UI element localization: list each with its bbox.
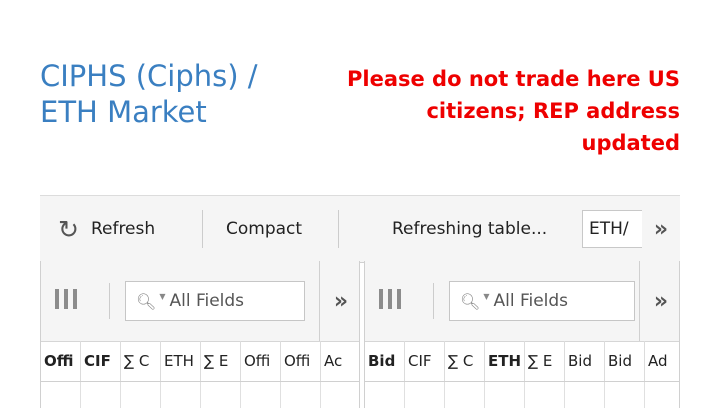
table-cell <box>605 382 645 408</box>
toolbar-divider <box>202 210 203 248</box>
chevron-double-right-icon: » <box>653 216 669 242</box>
table-row[interactable] <box>41 382 359 408</box>
page-title-line-1: CIPHS (Ciphs) / <box>40 59 258 93</box>
offers-overflow-button[interactable]: » <box>319 261 362 341</box>
offers-search-input[interactable]: 🔍︎ ▼ All Fields <box>125 281 305 321</box>
chevron-down-icon: ▼ <box>483 291 490 301</box>
warning-notice-line-2: citizens; REP address <box>426 99 680 123</box>
warning-notice-line-3: updated <box>581 131 681 155</box>
table-cell <box>81 382 121 408</box>
table-cell <box>161 382 201 408</box>
column-header[interactable]: Offi <box>281 341 321 381</box>
toolbar-divider <box>109 283 110 319</box>
page-title: CIPHS (Ciphs) / ETH Market <box>40 58 330 130</box>
bids-panel: 🔍︎ ▼ All Fields » Bid CIF ∑ C ETH ∑ E Bi… <box>364 261 680 408</box>
column-header[interactable]: Offi <box>241 341 281 381</box>
column-header[interactable]: CIF <box>405 341 445 381</box>
table-cell <box>365 382 405 408</box>
warning-notice-line-1: Please do not trade here US <box>347 67 680 91</box>
chevron-double-right-icon: » <box>333 288 349 314</box>
pair-select-value: ETH/ <box>589 219 629 239</box>
table-cell <box>41 382 81 408</box>
offers-panel: 🔍︎ ▼ All Fields » Offi CIF ∑ C ETH ∑ E O… <box>40 261 360 408</box>
column-header[interactable]: ∑ C <box>445 341 485 381</box>
refresh-status-label: Refreshing table... <box>392 219 548 239</box>
main-toolbar: ↻ Refresh Compact Refreshing table... ET… <box>40 195 680 263</box>
bids-overflow-button[interactable]: » <box>639 261 682 341</box>
table-cell <box>645 382 679 408</box>
bids-search-placeholder: All Fields <box>493 291 569 311</box>
column-header[interactable]: Offi <box>41 341 81 381</box>
chevron-double-right-icon: » <box>653 288 669 314</box>
search-icon: 🔍︎ <box>460 291 481 311</box>
offers-header-row: Offi CIF ∑ C ETH ∑ E Offi Offi Ac <box>41 341 359 382</box>
column-header[interactable]: Ad <box>645 341 679 381</box>
column-header[interactable]: Ac <box>321 341 359 381</box>
table-cell <box>525 382 565 408</box>
compact-label: Compact <box>226 219 303 239</box>
search-icon: 🔍︎ <box>136 291 157 311</box>
refresh-label: Refresh <box>90 219 156 239</box>
table-cell <box>281 382 321 408</box>
toolbar-overflow-button[interactable]: » <box>642 196 680 262</box>
refresh-button[interactable]: ↻ Refresh <box>58 196 155 262</box>
column-header[interactable]: ETH <box>485 341 525 381</box>
refresh-icon: ↻ <box>58 214 79 244</box>
table-cell <box>321 382 359 408</box>
chevron-down-icon: ▼ <box>159 291 166 301</box>
columns-icon[interactable] <box>379 289 401 309</box>
table-cell <box>565 382 605 408</box>
column-header[interactable]: ∑ C <box>121 341 161 381</box>
warning-notice: Please do not trade here US citizens; RE… <box>300 63 680 159</box>
column-header[interactable]: ∑ E <box>525 341 565 381</box>
table-cell <box>201 382 241 408</box>
bids-panel-toolbar: 🔍︎ ▼ All Fields » <box>365 261 679 342</box>
compact-button[interactable]: Compact <box>226 196 302 262</box>
columns-icon[interactable] <box>55 289 77 309</box>
offers-panel-toolbar: 🔍︎ ▼ All Fields » <box>41 261 359 342</box>
refresh-status: Refreshing table... <box>392 196 547 262</box>
bids-search-input[interactable]: 🔍︎ ▼ All Fields <box>449 281 635 321</box>
column-header[interactable]: CIF <box>81 341 121 381</box>
offers-search-placeholder: All Fields <box>169 291 245 311</box>
table-row[interactable] <box>365 382 679 408</box>
table-cell <box>121 382 161 408</box>
page-title-line-2: ETH Market <box>40 95 207 129</box>
toolbar-divider <box>338 210 339 248</box>
table-cell <box>485 382 525 408</box>
toolbar-divider <box>433 283 434 319</box>
column-header[interactable]: Bid <box>605 341 645 381</box>
table-cell <box>405 382 445 408</box>
column-header[interactable]: Bid <box>565 341 605 381</box>
column-header[interactable]: Bid <box>365 341 405 381</box>
table-cell <box>241 382 281 408</box>
bids-header-row: Bid CIF ∑ C ETH ∑ E Bid Bid Ad <box>365 341 679 382</box>
table-cell <box>445 382 485 408</box>
column-header[interactable]: ETH <box>161 341 201 381</box>
column-header[interactable]: ∑ E <box>201 341 241 381</box>
